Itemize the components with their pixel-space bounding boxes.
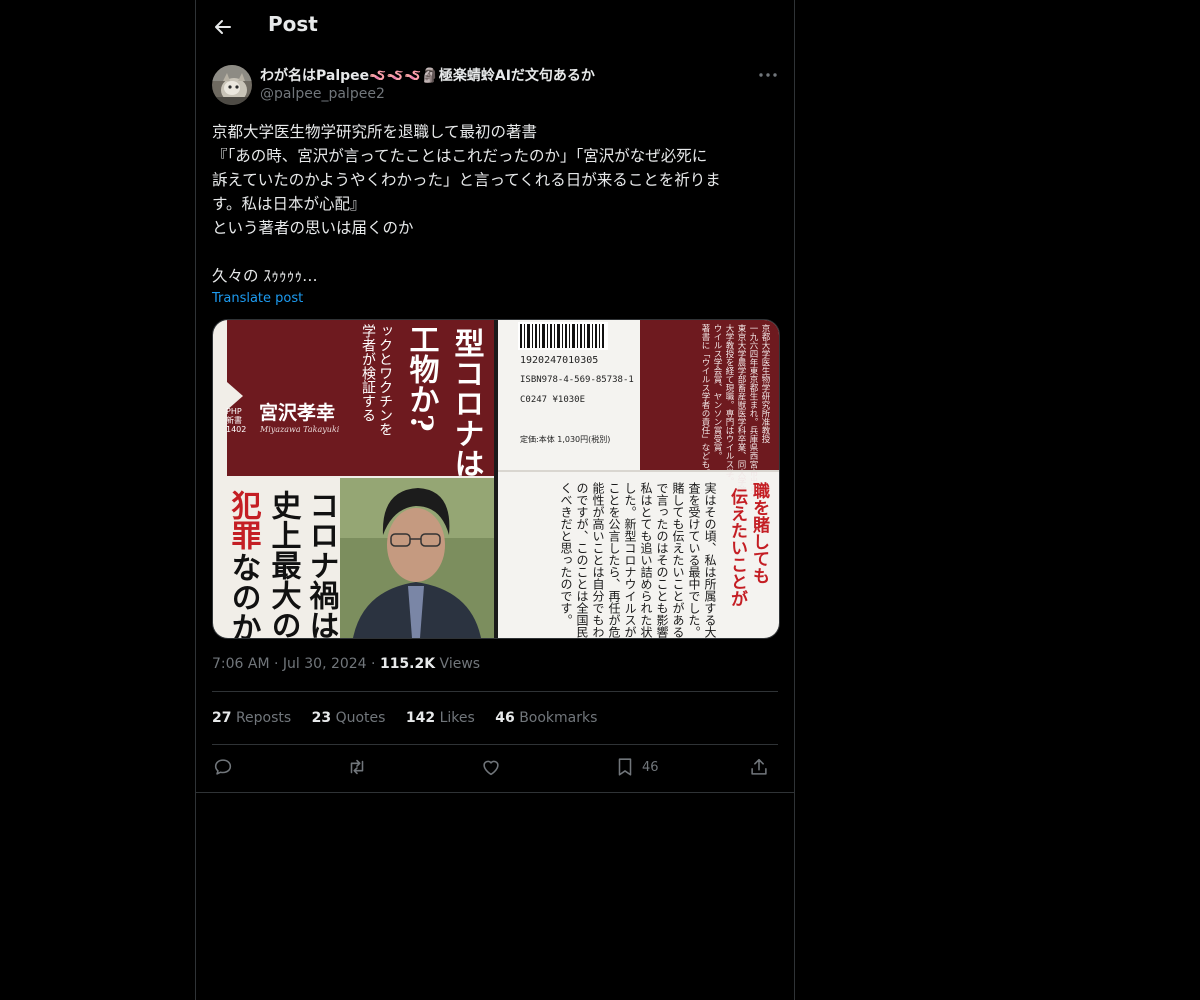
band-text-3: なのか	[226, 552, 261, 638]
avatar-image	[212, 65, 252, 105]
bio-col-6: 著書に「ウイルス学者の責任」なども。	[700, 323, 710, 477]
cover-series-2: 新書	[226, 415, 242, 425]
views-label: Views	[439, 656, 481, 672]
cover-series-1: PHP	[226, 407, 242, 416]
page-header: Post	[196, 0, 794, 54]
classification-code: C0247 ¥1030E	[520, 395, 585, 405]
band-text-1: コロナ禍は	[304, 490, 340, 638]
author-handle[interactable]: @palpee_palpee2	[260, 86, 385, 102]
bookmark-icon	[618, 758, 632, 776]
main-column: Post わが名はPalpee🪱🪱🪱🗿極楽蜻蛉AIだ文句あるか @palpee_…	[195, 0, 795, 1000]
likes-stat[interactable]: 142 Likes	[406, 710, 475, 726]
post-meta: 7:06 AM · Jul 30, 2024 · 115.2K Views	[212, 656, 480, 672]
cover-subtitle-1: ックとワクチンを	[377, 324, 393, 436]
bookmark-button[interactable]: 46	[614, 756, 659, 782]
body-col-10: くべきだと思ったのです。	[559, 482, 573, 626]
quotes-stat[interactable]: 23 Quotes	[312, 710, 386, 726]
post-text-line: 京都大学医生物学研究所を退職して最初の著書	[212, 123, 538, 141]
body-col-7: ことを公言したら、再任が危	[607, 482, 621, 638]
translate-post-link[interactable]: Translate post	[212, 291, 303, 306]
bio-col-4: 大学教授を経て現職。専門はウイルス学。	[724, 323, 734, 485]
more-options-button[interactable]	[756, 64, 780, 86]
post-text-line: 『「あの時、宮沢が言ってたことはこれだったのか」「宮沢がなぜ必死に	[212, 147, 708, 165]
headline-1: 職を賭しても	[749, 481, 771, 584]
post-media[interactable]: 型コロナは 工物か? ックとワクチンを 学者が検証する PHP 新書 1402 …	[212, 319, 780, 639]
bio-col-5: ウイルス学会賞、ヤンソン賞受賞。	[712, 324, 722, 460]
cover-author-jp: 宮沢孝幸	[259, 401, 335, 424]
more-icon	[759, 73, 777, 77]
action-bar: 46	[212, 756, 778, 784]
post-date[interactable]: Jul 30, 2024	[283, 656, 367, 672]
post-time[interactable]: 7:06 AM	[212, 656, 270, 672]
post-text-line	[212, 240, 778, 264]
meta-separator: ·	[274, 656, 283, 672]
author-name[interactable]: わが名はPalpee🪱🪱🪱🗿極楽蜻蛉AIだ文句あるか	[260, 65, 595, 85]
band-text-2: 史上最大の	[266, 490, 302, 638]
post-text-line: 久々の ｽｩｩｩｩ…	[212, 267, 318, 285]
barcode-number: 1920247010305	[520, 355, 598, 366]
views-count: 115.2K	[379, 656, 436, 672]
cover-series-3: 1402	[226, 425, 246, 434]
body-col-1: 実はその頃、私は所属する大	[703, 481, 717, 638]
body-col-2: 査を受けている最中でした。	[687, 482, 701, 638]
cover-title-1: 型コロナは	[449, 328, 485, 478]
cover-subtitle-2: 学者が検証する	[360, 324, 376, 422]
cover-title-2: 工物か?	[404, 324, 440, 432]
bio-col-2: 一九六四年東京都生まれ。兵庫県西宮市出身	[748, 324, 758, 495]
share-icon	[751, 758, 767, 775]
post-text-line: す。私は日本が心配』	[212, 195, 366, 213]
post-text: 京都大学医生物学研究所を退職して最初の著書 『「あの時、宮沢が言ってたことはこれ…	[212, 120, 778, 288]
page-title: Post	[268, 12, 318, 36]
post-text-line: 訴えていたのかようやくわかった」と言ってくれる日が来ることを祈りま	[212, 171, 721, 189]
bio-col-1: 京都大学医生物学研究所准教授	[760, 323, 770, 444]
body-col-3: 賭しても伝えたいことがある	[671, 482, 685, 638]
divider	[212, 691, 778, 692]
back-arrow-icon	[215, 20, 231, 34]
headline-2: 伝えたいことが	[727, 487, 748, 607]
body-col-4: で言ったのはそのことも影響し	[655, 482, 669, 638]
avatar[interactable]	[212, 65, 252, 105]
body-col-5: 私はとても追い詰められた状	[639, 482, 653, 638]
divider	[196, 792, 794, 793]
repost-icon	[350, 759, 364, 775]
cover-author-en: Miyazawa Takayuki	[259, 425, 340, 434]
heart-icon	[483, 760, 499, 776]
reply-button[interactable]	[212, 756, 234, 782]
post-text-line: という著者の思いは届くのか	[212, 219, 414, 237]
engagement-stats: 27 Reposts 23 Quotes 142 Likes 46 Bookma…	[212, 710, 613, 726]
bookmarks-stat[interactable]: 46 Bookmarks	[495, 710, 597, 726]
meta-separator: ·	[371, 656, 380, 672]
divider	[212, 744, 778, 745]
reply-icon	[214, 759, 232, 775]
back-button[interactable]	[210, 12, 236, 42]
isbn-text: ISBN978-4-569-85738-1	[520, 375, 634, 385]
like-button[interactable]	[480, 756, 502, 782]
reposts-stat[interactable]: 27 Reposts	[212, 710, 291, 726]
body-col-6: した。新型コロナウイルスが	[623, 482, 637, 638]
body-col-8: 能性が高いことは自分でもわ	[591, 482, 605, 638]
bookmark-count: 46	[642, 759, 659, 775]
share-button[interactable]	[748, 756, 770, 782]
price-text: 定価:本体 1,030円(税別)	[520, 434, 610, 444]
book-photo: 型コロナは 工物か? ックとワクチンを 学者が検証する PHP 新書 1402 …	[213, 320, 779, 638]
repost-button[interactable]	[346, 756, 368, 782]
bio-col-3: 東京大学農学部畜産獣医学科卒業、同大学院	[736, 323, 746, 495]
band-red-text: 犯罪	[226, 490, 263, 550]
body-col-9: のですが、このことは全国民	[575, 482, 589, 638]
